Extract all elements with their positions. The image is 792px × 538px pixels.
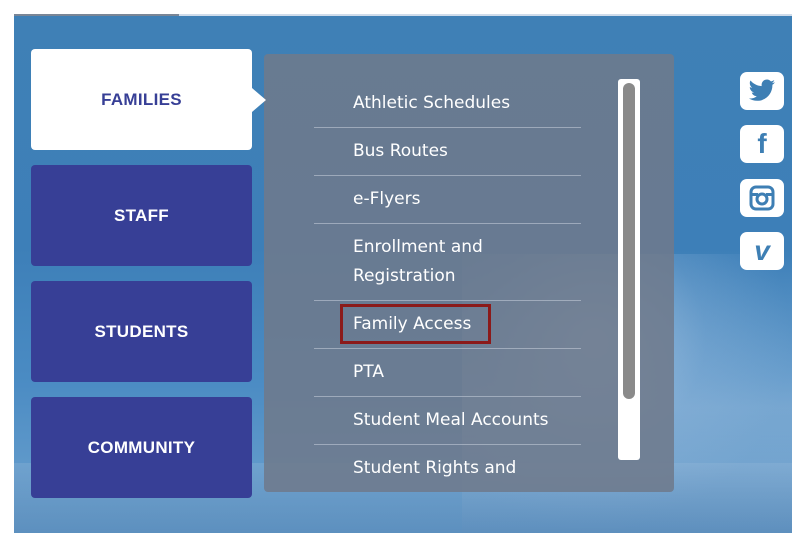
tab-staff[interactable]: STAFF [31,165,252,266]
link-athletic-schedules[interactable]: Athletic Schedules [314,80,581,128]
facebook-button[interactable]: f [740,125,784,163]
link-family-access[interactable]: Family Access [314,301,581,349]
twitter-icon [748,79,775,101]
facebook-icon: f [757,128,767,159]
vimeo-button[interactable]: v [740,232,784,270]
hero-background: FAMILIES STAFF STUDENTS COMMUNITY Athlet… [14,14,792,533]
tab-staff-label: STAFF [113,205,169,225]
top-divider-accent [14,14,179,16]
tab-families[interactable]: FAMILIES [31,49,266,150]
link-student-rights[interactable]: Student Rights and [314,445,581,492]
tab-students-label: STUDENTS [94,321,189,341]
tab-community[interactable]: COMMUNITY [31,397,252,498]
tab-community-label: COMMUNITY [87,437,196,457]
vimeo-icon: v [754,235,770,266]
link-enrollment-registration[interactable]: Enrollment and Registration [314,224,581,301]
link-student-meal-accounts[interactable]: Student Meal Accounts [314,397,581,445]
families-link-list: Athletic Schedules Bus Routes e-Flyers E… [314,80,581,492]
tab-families-label: FAMILIES [101,89,182,109]
link-pta[interactable]: PTA [314,349,581,397]
menu-scrollbar-thumb[interactable] [623,83,635,399]
highlight-box [340,304,491,344]
instagram-icon [749,185,775,211]
link-enrollment-registration-label: Enrollment and Registration [353,237,483,286]
twitter-button[interactable] [740,72,784,110]
tab-students[interactable]: STUDENTS [31,281,252,382]
link-e-flyers[interactable]: e-Flyers [314,176,581,224]
menu-scrollbar[interactable] [618,79,640,460]
instagram-button[interactable] [740,179,784,217]
link-bus-routes[interactable]: Bus Routes [314,128,581,176]
